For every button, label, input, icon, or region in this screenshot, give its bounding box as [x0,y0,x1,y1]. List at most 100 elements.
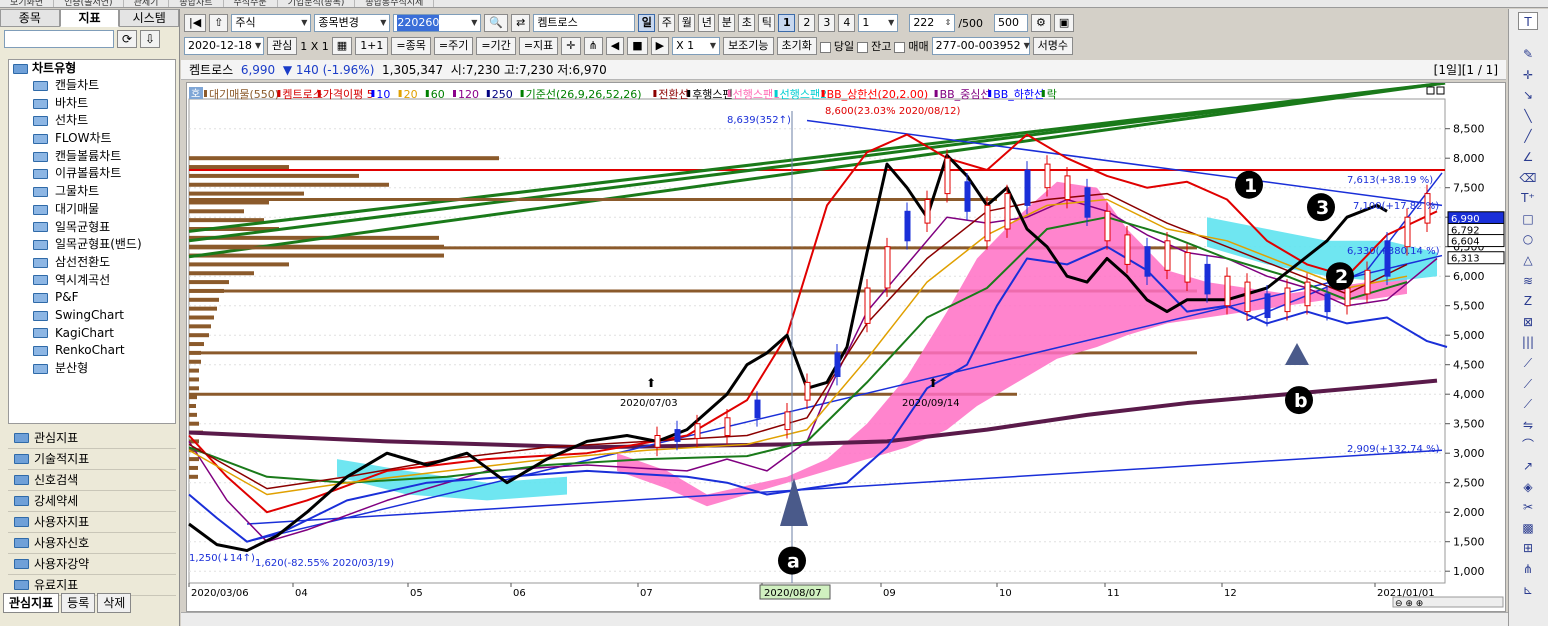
tree-item[interactable]: 대기매물 [9,201,175,219]
balance-checkbox[interactable]: 잔고 [857,38,891,54]
rect-tool-icon[interactable]: □ [1518,210,1538,228]
tree-item[interactable]: 삼선전환도 [9,254,175,272]
date-picker[interactable]: 2020-12-18 ▼ [184,37,264,55]
hatch-tool-icon[interactable]: ▩ [1518,519,1538,537]
interval-1-button[interactable]: 1 [778,14,796,32]
tree-item[interactable]: 일목균형표 [9,219,175,237]
download-icon[interactable]: ⇩ [140,30,160,48]
prev-icon[interactable]: ◀ [605,37,625,55]
arrow-tool-icon[interactable]: ↘ [1518,86,1538,104]
pattern-tool-icon[interactable]: ⊞ [1518,539,1538,557]
interval-2-button[interactable]: 2 [798,14,816,32]
tree-item[interactable]: FLOW차트 [9,130,175,148]
cut-tool-icon[interactable]: ✂ [1518,498,1538,516]
account-select[interactable]: 277-00-003952 ▼ [931,37,1030,55]
indicator-group[interactable]: 사용자신호 [8,533,176,554]
tree-item[interactable]: P&F [9,289,175,307]
top-tab[interactable]: 기업분석(종목) [278,0,356,7]
gann-tool-icon[interactable]: Z [1518,292,1538,310]
tab-system[interactable]: 시스템 [119,9,180,27]
compress-icon[interactable]: ⋔ [583,37,603,55]
indicator-search-input[interactable] [4,30,114,48]
tree-item[interactable]: 이큐볼륨차트 [9,165,175,183]
change-stock-select[interactable]: 종목변경 ▼ [314,14,391,32]
tab-indicator[interactable]: 지표 [59,9,120,27]
tree-item[interactable]: 캔들볼륨차트 [9,148,175,166]
fan2-tool-icon[interactable]: ⋔ [1518,560,1538,578]
save-icon[interactable]: ▣ [1053,14,1075,32]
register-button[interactable]: 등록 [61,593,96,613]
stock-name-field[interactable]: 켐트로스 [533,14,636,32]
tree-item[interactable]: RenkoChart [9,342,175,360]
tree-header[interactable]: 차트유형 [9,60,175,77]
next-icon[interactable]: ▶ [650,37,670,55]
tree-item[interactable]: SwingChart [9,307,175,325]
indicator-group[interactable]: 관심지표 [8,428,176,449]
reset-button[interactable]: 초기화 [776,37,817,55]
arc-tool-icon[interactable]: ⌒ [1518,436,1538,454]
tree-item[interactable]: 일목균형표(밴드) [9,236,175,254]
tree-item[interactable]: 바차트 [9,95,175,113]
ruler-tool-icon[interactable]: ⊾ [1518,581,1538,599]
interval-3-button[interactable]: 3 [818,14,836,32]
triangle-tool-icon[interactable]: △ [1518,251,1538,269]
marker-tool-icon[interactable]: ◈ [1518,478,1538,496]
indicator-group[interactable]: 사용자지표 [8,512,176,533]
period-year-button[interactable]: 년 [698,14,716,32]
angle-tool-icon[interactable]: ∠ [1518,148,1538,166]
top-tab[interactable]: 보기화면 [0,0,55,7]
indicator-group[interactable]: 강세약세 [8,491,176,512]
link-icon[interactable]: ⇄ [511,14,531,32]
market-select[interactable]: 주식 ▼ [231,14,312,32]
top-tab[interactable]: 관세기 [124,0,170,7]
indicator-group[interactable]: 신호검색 [8,470,176,491]
fib-tool-icon[interactable]: ≋ [1518,272,1538,290]
circle-tool-icon[interactable]: ○ [1518,230,1538,248]
layout-icon[interactable]: 1+1 [355,37,389,55]
tree-item[interactable]: KagiChart [9,325,175,343]
tab-stock[interactable]: 종목 [0,9,60,27]
trade-checkbox[interactable]: 매매 [894,38,929,54]
interval-4-button[interactable]: 4 [838,14,856,32]
top-tab[interactable]: 종합통주식시세 [355,0,435,7]
pin-icon[interactable]: ⇧ [209,14,229,32]
assist-button[interactable]: 보조기능 [723,37,774,55]
ray-tool-icon[interactable]: ↗ [1518,457,1538,475]
period-month-button[interactable]: 월 [678,14,696,32]
period-tick-button[interactable]: 틱 [758,14,776,32]
text-tool-icon[interactable]: T [1518,12,1538,30]
tree-item[interactable]: 선차트 [9,112,175,130]
period-week-button[interactable]: 주 [658,14,676,32]
search-icon[interactable]: 🔍 [484,14,509,32]
link-stock-button[interactable]: =종목 [391,37,431,55]
indicator-group[interactable]: 기술적지표 [8,449,176,470]
chart-canvas[interactable]: 호 대기매물(550) 켐트로스 가격이평 5 10 20 60 120 250 기준선(26,9… [187,83,1505,611]
box-tool-icon[interactable]: ⊠ [1518,313,1538,331]
stop-icon[interactable]: ■ [627,37,648,55]
tree-item[interactable]: 분산형 [9,360,175,378]
period-day-button[interactable]: 일 [638,14,656,32]
top-tab[interactable]: 종합차트 [169,0,224,7]
indicator-group[interactable]: 사용자강약 [8,554,176,575]
diagonal-tool-icon[interactable]: ╱ [1518,127,1538,145]
period-minute-button[interactable]: 분 [718,14,736,32]
first-icon[interactable]: |◀ [184,14,207,32]
line-tool-icon[interactable]: ╲ [1518,107,1538,125]
period-tool-icon[interactable]: ||| [1518,333,1538,351]
trend-tool-icon[interactable]: ⟋ [1518,395,1538,413]
link-period-button[interactable]: =주기 [433,37,474,55]
tree-item[interactable]: 캔들차트 [9,77,175,95]
zoom-select[interactable]: X 1 ▼ [672,37,721,55]
channel-tool-icon[interactable]: ⇋ [1518,416,1538,434]
period-second-button[interactable]: 초 [738,14,756,32]
same-day-checkbox[interactable]: 당일 [819,38,854,54]
eraser-tool-icon[interactable]: ⌫ [1518,169,1538,187]
tree-item[interactable]: 그물차트 [9,183,175,201]
refresh-icon[interactable]: ⟳ [117,30,137,48]
fibfan-tool-icon[interactable]: ⟋ [1518,375,1538,393]
delete-button[interactable]: 삭제 [97,593,132,613]
fan-tool-icon[interactable]: ⟋ [1518,354,1538,372]
view-count-input[interactable]: 500 [994,14,1029,32]
crosshair-icon[interactable]: ✛ [561,37,581,55]
bar-count-stepper[interactable]: 222 ⇕ [909,14,956,32]
